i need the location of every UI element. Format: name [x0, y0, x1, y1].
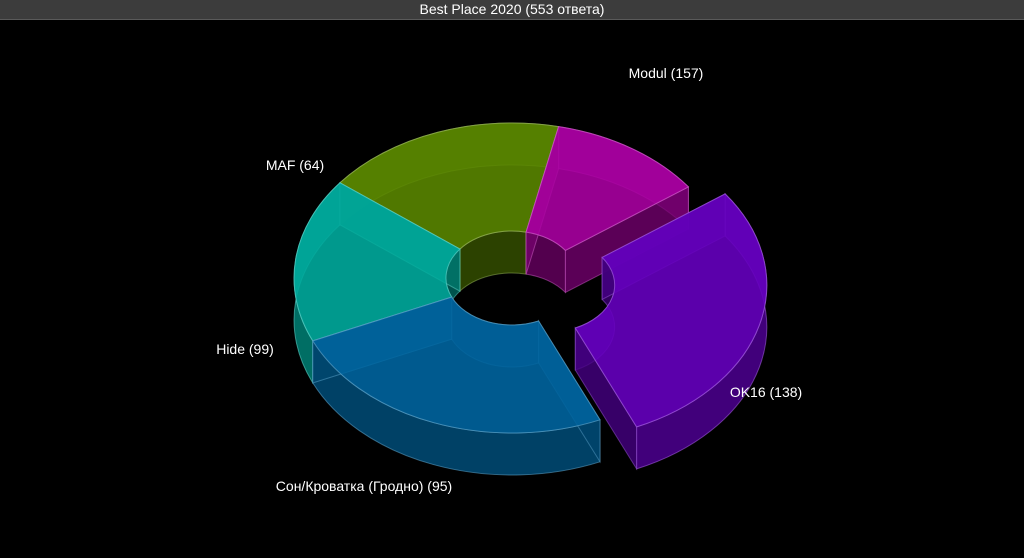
donut-chart: Modul (157) OK16 (138) Сон/Кроватка (Гродн… — [216, 65, 802, 494]
slice-label-maf: MAF (64) — [266, 157, 324, 173]
slice-label-ok16: OK16 (138) — [730, 384, 802, 400]
slice-label-modul: Modul (157) — [629, 65, 704, 81]
window-title: Best Place 2020 (553 ответа) — [0, 0, 1024, 20]
slice-label-сон-кроватка-гродно: Сон/Кроватка (Гродно) (95) — [276, 478, 452, 494]
slice-label-hide: Hide (99) — [216, 341, 274, 357]
chart-window: Best Place 2020 (553 ответа) Modul (157)… — [0, 0, 1024, 558]
slices-layer — [293, 122, 768, 476]
